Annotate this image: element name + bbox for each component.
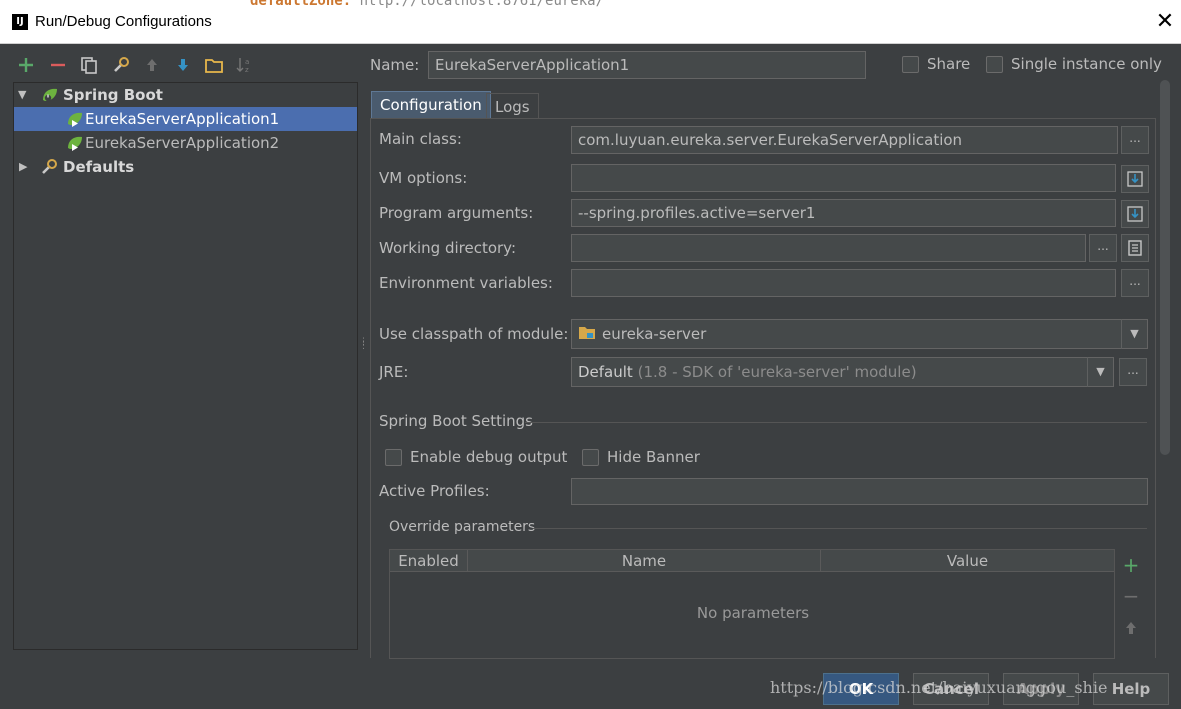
active-profiles-label: Active Profiles: [379, 482, 490, 500]
expand-arrow-icon[interactable]: ▼ [18, 83, 26, 107]
remove-param-icon[interactable]: − [1121, 585, 1141, 607]
vertical-scrollbar[interactable] [1160, 80, 1170, 455]
main-class-label: Main class: [379, 130, 462, 148]
jre-select[interactable]: Default (1.8 - SDK of 'eureka-server' mo… [571, 357, 1114, 387]
env-vars-edit-button[interactable]: ... [1121, 269, 1149, 297]
add-param-icon[interactable]: + [1121, 554, 1141, 576]
main-class-field[interactable]: com.luyuan.eureka.server.EurekaServerApp… [571, 126, 1118, 154]
folder-icon[interactable] [202, 52, 226, 78]
env-vars-field[interactable] [571, 269, 1116, 297]
window-title: Run/Debug Configurations [35, 13, 212, 30]
column-header-enabled[interactable]: Enabled [390, 550, 468, 572]
column-header-name[interactable]: Name [468, 550, 821, 572]
override-params-heading: Override parameters [389, 519, 536, 535]
background-code-peek: defaultZone: http://localhost:8761/eurek… [250, 0, 605, 9]
column-header-value[interactable]: Value [821, 550, 1114, 572]
module-select[interactable]: eureka-server [571, 319, 1148, 349]
hide-banner-label[interactable]: Hide Banner [607, 448, 700, 466]
vm-options-label: VM options: [379, 169, 468, 187]
tab-configuration[interactable]: Configuration [371, 91, 491, 119]
move-down-icon[interactable] [171, 52, 195, 78]
move-param-up-icon[interactable] [1121, 617, 1141, 639]
expand-field-icon[interactable] [1121, 165, 1149, 193]
enable-debug-checkbox[interactable] [385, 449, 402, 466]
name-label: Name: [370, 56, 420, 74]
single-instance-label[interactable]: Single instance only [1011, 55, 1162, 73]
copy-icon[interactable] [77, 52, 101, 78]
tab-logs[interactable]: Logs [486, 93, 539, 119]
program-args-field[interactable]: --spring.profiles.active=server1 [571, 199, 1116, 227]
close-icon[interactable]: ✕ [1152, 8, 1178, 36]
env-vars-label: Environment variables: [379, 274, 553, 292]
enable-debug-label[interactable]: Enable debug output [410, 448, 567, 466]
empty-table-message: No parameters [696, 604, 810, 622]
override-params-table: Enabled Name Value No parameters [389, 549, 1115, 659]
title-bar: defaultZone: http://localhost:8761/eurek… [0, 0, 1181, 44]
sort-alpha-icon[interactable]: az [233, 52, 257, 78]
spring-boot-settings-heading: Spring Boot Settings [379, 412, 533, 430]
jre-browse-button[interactable]: ... [1119, 358, 1147, 386]
main-class-browse-button[interactable]: ... [1121, 126, 1149, 154]
tree-item-eureka-app-1[interactable]: EurekaServerApplication1 [14, 107, 357, 131]
configuration-tree: ▼ Spring Boot EurekaServerApplication1 E… [13, 82, 358, 650]
working-dir-browse-button[interactable]: ... [1089, 234, 1117, 262]
svg-text:z: z [245, 66, 249, 74]
jre-label: JRE: [379, 363, 409, 381]
help-button[interactable]: Help [1093, 673, 1169, 705]
module-folder-icon [578, 325, 596, 345]
working-dir-field[interactable] [571, 234, 1086, 262]
expand-field-icon[interactable] [1121, 200, 1149, 228]
panel-splitter-handle[interactable]: ⋮ ⋮ [359, 338, 368, 356]
tree-group-defaults[interactable]: ▶ Defaults [14, 155, 357, 179]
working-dir-label: Working directory: [379, 239, 517, 257]
macro-icon[interactable] [1121, 234, 1149, 262]
tree-group-spring-boot[interactable]: ▼ Spring Boot [14, 83, 357, 107]
section-divider [525, 422, 1147, 423]
apply-button[interactable]: Apply [1003, 673, 1079, 705]
collapse-arrow-icon[interactable]: ▶ [19, 155, 27, 179]
hide-banner-checkbox[interactable] [582, 449, 599, 466]
active-profiles-field[interactable] [571, 478, 1148, 505]
intellij-app-icon: IJ [12, 14, 28, 30]
vm-options-field[interactable] [571, 164, 1116, 192]
svg-text:a: a [245, 58, 249, 66]
section-divider [533, 528, 1147, 529]
wrench-icon [40, 158, 60, 183]
cancel-button[interactable]: Cancel [913, 673, 989, 705]
share-label[interactable]: Share [927, 55, 970, 73]
name-field[interactable]: EurekaServerApplication1 [428, 51, 866, 79]
tree-item-eureka-app-2[interactable]: EurekaServerApplication2 [14, 131, 357, 155]
jre-dropdown-arrow-icon[interactable]: ▼ [1087, 357, 1113, 387]
program-args-label: Program arguments: [379, 204, 534, 222]
module-dropdown-arrow-icon[interactable]: ▼ [1121, 319, 1147, 349]
wrench-icon[interactable] [109, 52, 133, 78]
add-icon[interactable] [14, 52, 38, 78]
single-instance-checkbox[interactable] [986, 56, 1003, 73]
move-up-icon[interactable] [140, 52, 164, 78]
remove-icon[interactable] [46, 52, 70, 78]
share-checkbox[interactable] [902, 56, 919, 73]
ok-button[interactable]: OK [823, 673, 899, 705]
module-label: Use classpath of module: [379, 325, 569, 343]
